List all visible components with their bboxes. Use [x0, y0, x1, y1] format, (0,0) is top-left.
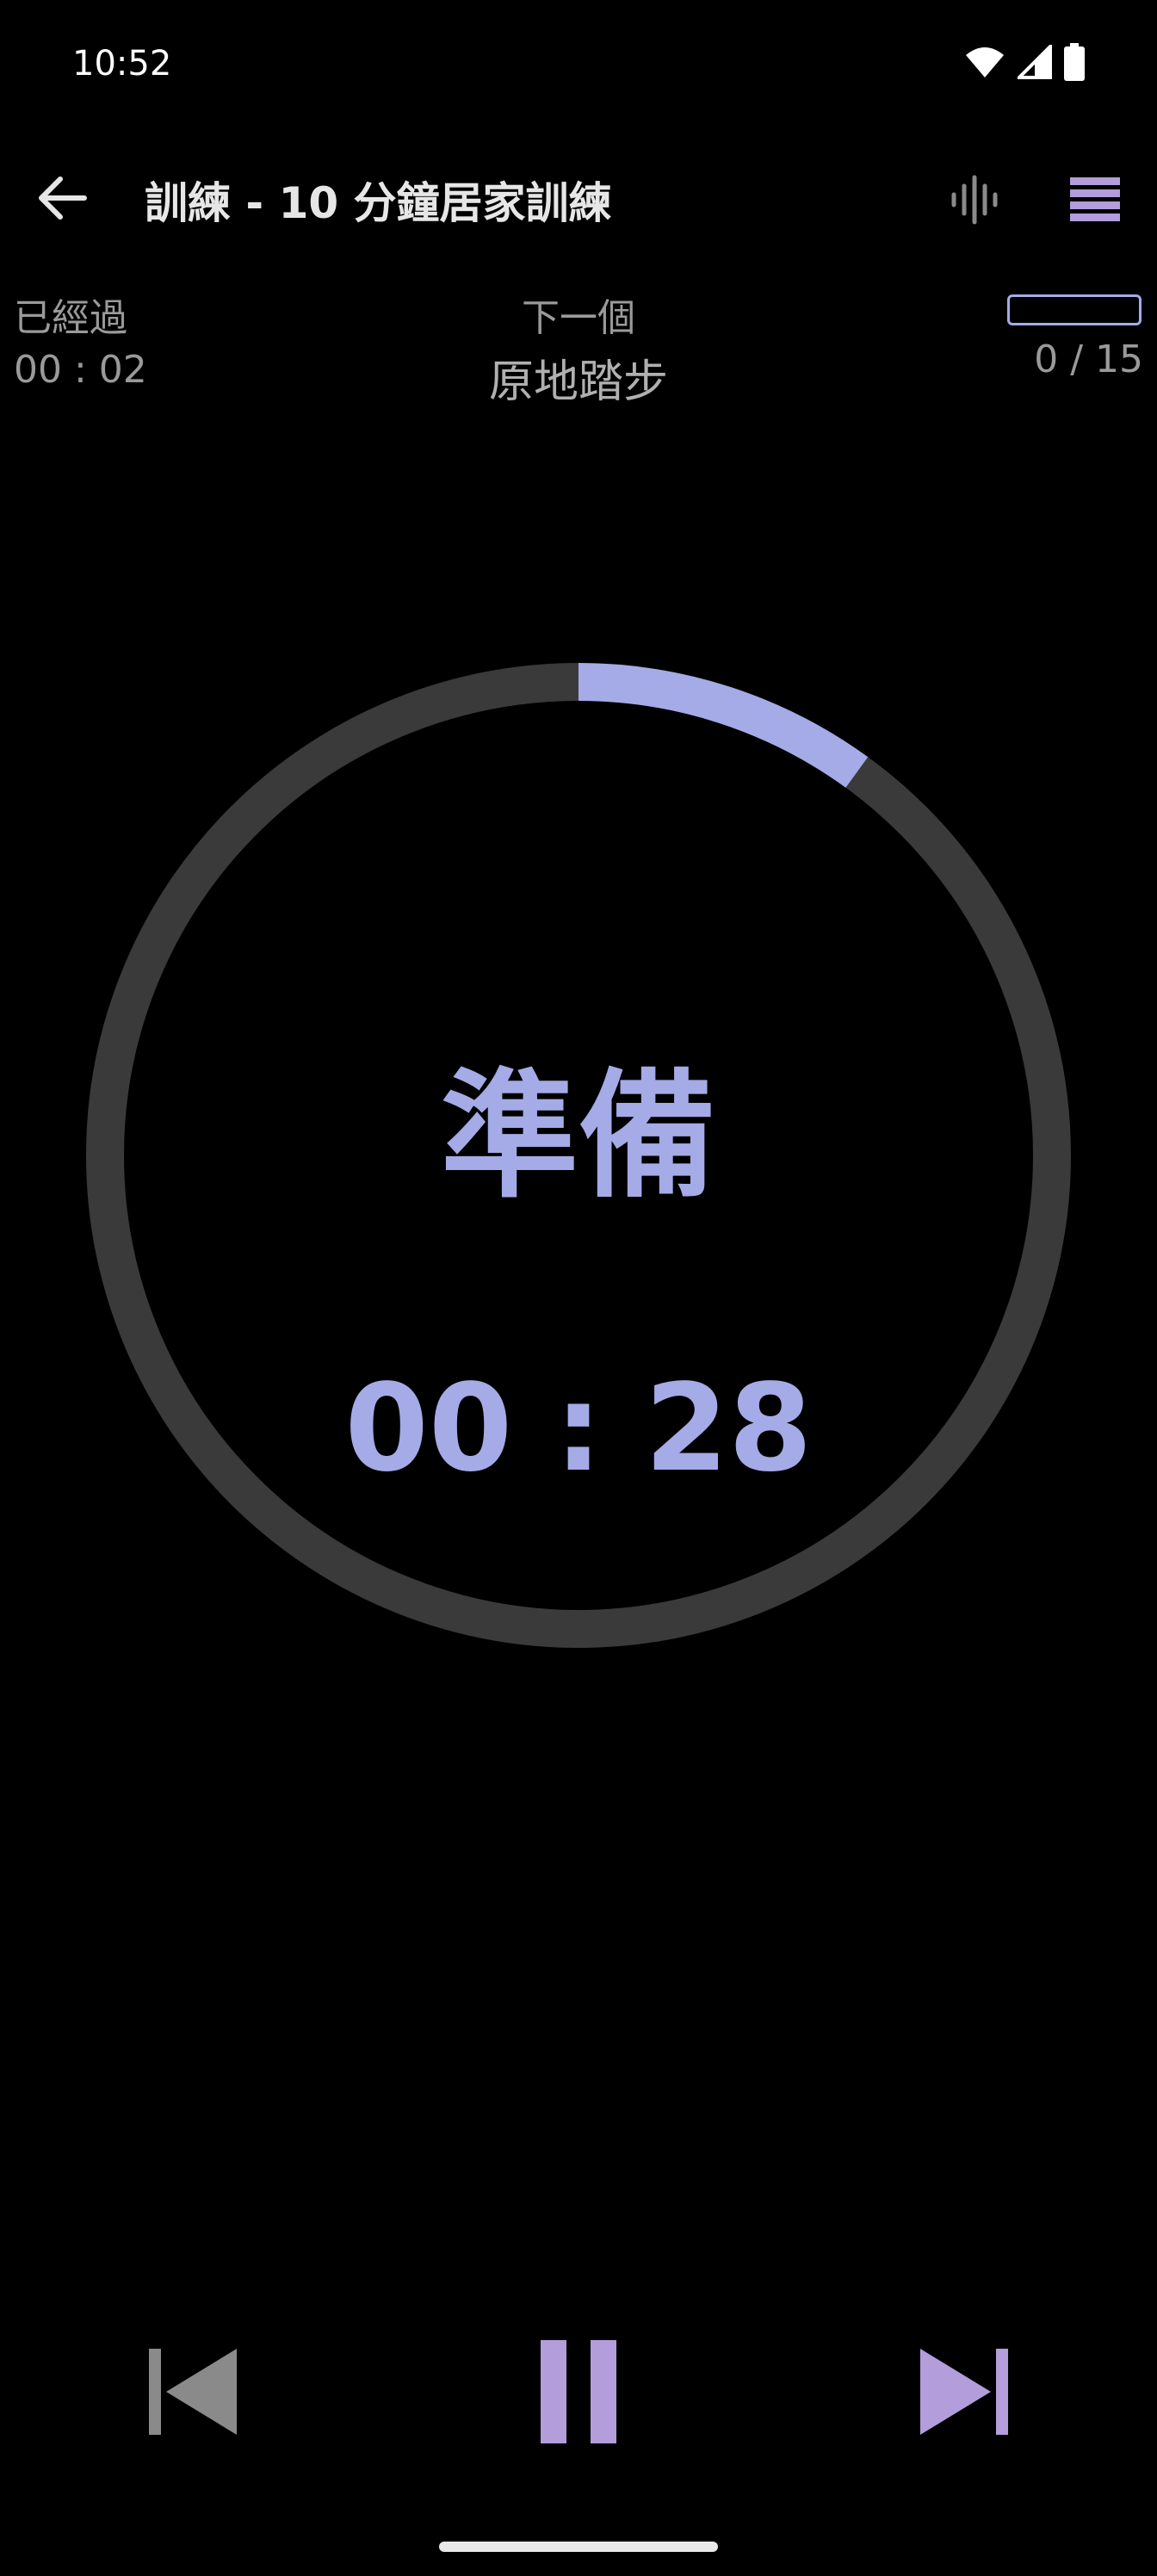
voice-feedback-button[interactable]: [938, 165, 1011, 238]
skip-previous-icon: [145, 2347, 240, 2440]
skip-next-icon: [917, 2347, 1012, 2440]
battery-icon: [1064, 43, 1085, 84]
menu-icon: [1070, 177, 1120, 226]
status-icons: [964, 41, 1085, 86]
phase-label: 準備: [440, 1056, 716, 1217]
exercise-count: 0 / 15: [1034, 337, 1143, 381]
elapsed-time: 00 : 02: [14, 348, 147, 392]
next-exercise-name: 原地踏步: [488, 356, 668, 408]
page-title: 訓練 - 10 分鐘居家訓練: [145, 178, 612, 228]
home-indicator[interactable]: [439, 2542, 718, 2552]
waveform-icon: [949, 174, 1000, 229]
pause-icon: [539, 2340, 618, 2447]
elapsed-label: 已經過: [14, 296, 127, 340]
exercise-list-button[interactable]: [1059, 165, 1131, 238]
back-button[interactable]: [26, 164, 98, 236]
pause-button[interactable]: [510, 2325, 647, 2462]
next-exercise-button[interactable]: [895, 2325, 1033, 2462]
previous-exercise-button[interactable]: [124, 2325, 262, 2462]
workout-progress-bar: [1007, 294, 1142, 325]
back-arrow-icon: [36, 176, 88, 224]
next-exercise-label: 下一個: [522, 296, 635, 340]
wifi-icon: [964, 45, 1005, 83]
signal-icon: [1015, 42, 1052, 83]
countdown-timer: 00 : 28: [344, 1359, 813, 1499]
status-time: 10:52: [72, 44, 172, 84]
